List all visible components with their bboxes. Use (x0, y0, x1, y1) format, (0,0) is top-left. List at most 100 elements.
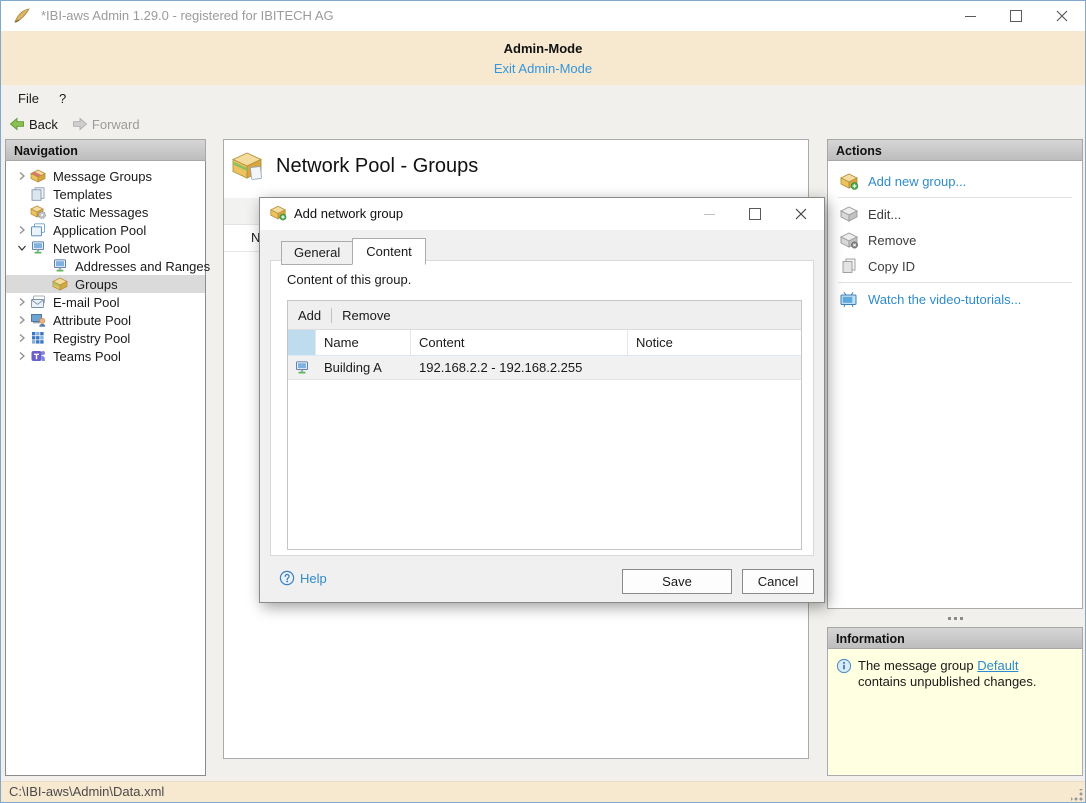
info-message: The message group Default contains unpub… (858, 658, 1068, 690)
network-address-icon (52, 259, 70, 274)
network-pool-icon (30, 241, 48, 256)
cancel-button[interactable]: Cancel (742, 569, 814, 594)
nav-item-message-groups[interactable]: Message Groups (6, 167, 205, 185)
nav-label: Application Pool (53, 222, 147, 238)
chevron-right-icon[interactable] (14, 171, 30, 181)
navigation-header: Navigation (5, 139, 206, 161)
column-header-name[interactable]: Name (316, 330, 411, 356)
dialog-title-bar: Add network group (260, 198, 824, 230)
add-network-group-dialog: Add network group General Content Conten… (259, 197, 825, 603)
tab-content[interactable]: Content (352, 238, 426, 265)
table-remove-button[interactable]: Remove (332, 308, 400, 323)
chevron-right-icon[interactable] (14, 225, 30, 235)
dialog-maximize-button[interactable] (732, 198, 778, 230)
table-add-button[interactable]: Add (288, 308, 331, 323)
save-button[interactable]: Save (622, 569, 732, 594)
nav-item-groups[interactable]: Groups (6, 275, 205, 293)
help-icon (279, 570, 295, 586)
chevron-right-icon[interactable] (14, 333, 30, 343)
edit-label: Edit... (868, 206, 902, 222)
nav-item-network-pool[interactable]: Network Pool (6, 239, 205, 257)
app-logo-icon (13, 7, 31, 25)
menu-file[interactable]: File (8, 87, 49, 110)
window-title: *IBI-aws Admin 1.29.0 - registered for I… (41, 8, 334, 23)
nav-label: Registry Pool (53, 330, 131, 346)
network-address-icon (288, 360, 316, 375)
nav-item-application-pool[interactable]: Application Pool (6, 221, 205, 239)
dialog-minimize-button[interactable] (686, 198, 732, 230)
attribute-pool-icon (30, 313, 48, 328)
back-label: Back (29, 116, 58, 132)
column-header-notice[interactable]: Notice (628, 330, 801, 356)
data-file-path: C:\IBI-aws\Admin\Data.xml (9, 784, 165, 799)
nav-label: Network Pool (53, 240, 131, 256)
remove-label: Remove (868, 232, 917, 248)
table-row[interactable]: Building A 192.168.2.2 - 192.168.2.255 (288, 356, 801, 380)
exit-admin-mode-link[interactable]: Exit Admin-Mode (494, 61, 592, 76)
nav-label: Static Messages (53, 204, 149, 220)
add-group-dialog-icon (269, 205, 287, 221)
forward-button[interactable]: Forward (72, 116, 140, 132)
video-tutorials-action[interactable]: Watch the video-tutorials... (828, 287, 1082, 311)
nav-item-email-pool[interactable]: E-mail Pool (6, 293, 205, 311)
video-icon (839, 291, 859, 308)
table-toolbar: Add Remove (288, 301, 801, 330)
nav-item-static-messages[interactable]: Static Messages (6, 203, 205, 221)
info-text-prefix: The message group (858, 658, 978, 673)
chevron-right-icon[interactable] (14, 351, 30, 361)
nav-label: Templates (53, 186, 113, 202)
menu-help[interactable]: ? (49, 87, 76, 110)
maximize-icon (1010, 10, 1022, 22)
maximize-button[interactable] (993, 1, 1039, 31)
back-button[interactable]: Back (9, 116, 58, 132)
table-header-row: Name Content Notice (288, 330, 801, 356)
nav-item-templates[interactable]: Templates (6, 185, 205, 203)
chevron-down-icon[interactable] (14, 243, 30, 253)
panel-splitter[interactable] (827, 609, 1083, 627)
close-icon (795, 208, 807, 220)
minimize-icon (703, 213, 715, 215)
close-button[interactable] (1039, 1, 1085, 31)
content-description: Content of this group. (287, 272, 412, 287)
information-header: Information (827, 627, 1083, 649)
resize-grip[interactable] (1071, 789, 1083, 801)
chevron-right-icon[interactable] (14, 315, 30, 325)
nav-label: Addresses and Ranges (75, 258, 211, 274)
message-groups-icon (30, 169, 48, 184)
chevron-right-icon[interactable] (14, 297, 30, 307)
copy-icon (839, 258, 859, 275)
tab-general[interactable]: General (281, 241, 354, 265)
nav-label: E-mail Pool (53, 294, 120, 310)
column-header-content[interactable]: Content (411, 330, 628, 356)
email-pool-icon (30, 295, 48, 310)
forward-arrow-icon (72, 117, 88, 131)
nav-item-registry-pool[interactable]: Registry Pool (6, 329, 205, 347)
edit-action[interactable]: Edit... (828, 202, 1082, 226)
add-group-icon (839, 172, 859, 190)
menu-bar: File ? (1, 85, 1085, 111)
nav-item-addresses-and-ranges[interactable]: Addresses and Ranges (6, 257, 210, 275)
remove-action[interactable]: Remove (828, 228, 1082, 252)
nav-label: Message Groups (53, 168, 152, 184)
nav-label: Groups (75, 276, 118, 292)
minimize-icon (964, 15, 976, 17)
minimize-button[interactable] (947, 1, 993, 31)
navigation-tree: Message Groups Templates Static Messages… (5, 161, 210, 776)
dialog-title: Add network group (294, 206, 404, 221)
column-header-icon[interactable] (288, 330, 316, 356)
nav-item-teams-pool[interactable]: Teams Pool (6, 347, 205, 365)
add-new-group-label: Add new group... (868, 173, 967, 189)
dialog-close-button[interactable] (778, 198, 824, 230)
back-arrow-icon (9, 117, 24, 131)
default-group-link[interactable]: Default (977, 658, 1018, 673)
group-package-icon (52, 277, 70, 292)
copy-id-action[interactable]: Copy ID (828, 254, 1082, 278)
help-label: Help (300, 570, 327, 586)
actions-panel: Add new group... Edit... Remove Copy ID (827, 161, 1083, 609)
nav-item-attribute-pool[interactable]: Attribute Pool (6, 311, 205, 329)
edit-icon (839, 205, 859, 223)
help-link[interactable]: Help (279, 570, 327, 586)
add-new-group-action[interactable]: Add new group... (828, 169, 1082, 193)
teams-pool-icon (30, 349, 48, 364)
remove-icon (839, 231, 859, 249)
